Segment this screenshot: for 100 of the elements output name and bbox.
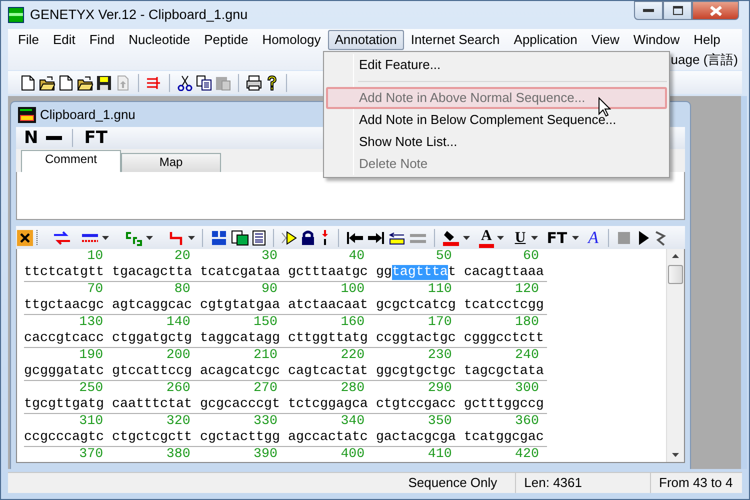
menu-item[interactable]: Nucleotide (122, 30, 198, 50)
sequence-text: cacagttaaa (464, 265, 544, 281)
tab[interactable]: Comment (21, 150, 121, 172)
menu-item[interactable]: Find (82, 30, 122, 50)
sequence-text: ttctcatgtt (24, 265, 104, 281)
sequence-text: gctttggccg (464, 397, 544, 413)
position-number: 110 (426, 282, 452, 298)
menu-option[interactable]: Edit Feature... (326, 54, 667, 76)
flag-arrow-icon[interactable] (281, 230, 297, 246)
open-folder-icon[interactable] (77, 74, 93, 90)
sequence-text: gcgggatatc (24, 364, 104, 380)
feature-button[interactable]: FT (544, 230, 570, 246)
close-icon[interactable] (17, 230, 33, 246)
caret-icon[interactable] (530, 236, 538, 240)
sequence-text: agccactatc (288, 430, 368, 446)
maximize-button[interactable] (663, 1, 692, 20)
menu-item[interactable]: Application (506, 30, 584, 50)
position-number: 410 (426, 447, 452, 462)
minimize-icon (643, 8, 654, 12)
menu-item[interactable]: Window (626, 30, 687, 50)
sequence-text: tgacagctta (112, 265, 192, 281)
sequence-text: gactacgcga (376, 430, 456, 446)
caret-icon[interactable] (102, 236, 109, 240)
print-icon[interactable] (246, 74, 262, 90)
copy-icon[interactable] (196, 74, 212, 90)
open-folder-icon[interactable] (39, 74, 55, 90)
lines-arrow-icon[interactable] (146, 74, 162, 90)
position-number: 240 (514, 348, 540, 364)
close-icon (710, 6, 722, 16)
caret-icon[interactable] (146, 236, 153, 240)
cut-icon[interactable] (177, 74, 193, 90)
sequence-text: cgctacttgg (200, 430, 280, 446)
jump-end-icon[interactable] (367, 230, 385, 246)
caret-icon[interactable] (463, 236, 470, 240)
sequence-text: ggtagtttat (376, 265, 456, 281)
sequence-text: ccgcccagtc (24, 430, 104, 446)
menu-item[interactable]: Internet Search (404, 30, 507, 50)
position-number: 70 (86, 282, 104, 298)
sequence-text: tcatcctcgg (464, 298, 544, 314)
copy-sequence-icon[interactable] (231, 230, 249, 246)
sequence-text: ccggtactgc (376, 331, 456, 347)
menu-item[interactable]: View (584, 30, 626, 50)
tab[interactable]: Map (121, 153, 221, 172)
position-number: 320 (165, 414, 190, 430)
scrollbar-thumb[interactable] (668, 265, 683, 284)
menu-item[interactable]: Help (686, 30, 728, 50)
menu-item[interactable]: Peptide (197, 30, 256, 50)
menu-item[interactable]: Edit (46, 30, 82, 50)
swap-arrows-icon[interactable] (53, 230, 71, 246)
position-number: 230 (426, 348, 452, 364)
document-icon[interactable] (252, 230, 266, 246)
position-number: 10 (86, 249, 104, 265)
sequence-text: tcatcgataa (200, 265, 280, 281)
position-number: 400 (340, 447, 365, 462)
position-number: 220 (340, 348, 365, 364)
position-number: 150 (252, 315, 278, 331)
position-number: 60 (522, 249, 540, 265)
sequence-text: ttgctaacgc (24, 298, 104, 314)
toolbar-button[interactable]: FT (82, 129, 110, 147)
sequence-text: tagcgctata (464, 364, 544, 380)
save-icon[interactable] (96, 74, 112, 90)
toolbar-button[interactable]: N (22, 129, 40, 147)
position-number: 250 (78, 381, 104, 397)
minimize-button[interactable] (634, 1, 663, 20)
menu-option[interactable]: Add Note in Below Complement Sequence... (326, 109, 667, 131)
menu-item[interactable]: File (11, 30, 46, 50)
lock-icon[interactable] (300, 230, 316, 246)
underline-button[interactable]: U (512, 230, 528, 246)
menu-item[interactable]: Homology (255, 30, 328, 50)
sequence-text: cgggcctctt (464, 331, 544, 347)
new-file-icon[interactable] (58, 74, 74, 90)
caret-icon[interactable] (496, 236, 504, 240)
menu-option[interactable]: Show Note List... (326, 131, 667, 153)
help-icon[interactable] (265, 74, 279, 90)
sequence-text: atctaacaat (288, 298, 368, 314)
app-icon (8, 7, 24, 23)
sequence-text: gtccattccg (112, 364, 192, 380)
sequence-text: ctgctcgctt (112, 430, 192, 446)
jump-start-icon[interactable] (346, 230, 364, 246)
position-number: 300 (514, 381, 540, 397)
menu-item[interactable]: Annotation (328, 30, 404, 50)
paint-icon[interactable] (442, 230, 460, 246)
caret-icon[interactable] (188, 236, 195, 240)
position-number: 90 (260, 282, 278, 298)
comment-field[interactable] (16, 172, 685, 220)
position-number: 280 (340, 381, 365, 397)
italic-button[interactable]: A (586, 230, 601, 246)
position-number: 40 (348, 249, 365, 265)
position-number: 340 (340, 414, 365, 430)
sequence-text: ctggatgctg (112, 331, 192, 347)
position-number: 50 (434, 249, 452, 265)
caret-icon[interactable] (572, 236, 580, 240)
maximize-icon (672, 6, 682, 15)
grip-icon (36, 230, 39, 246)
new-file-icon[interactable] (20, 74, 36, 90)
position-number: 390 (252, 447, 278, 462)
menu-item[interactable]: uage (言語) (670, 50, 738, 70)
position-number: 30 (260, 249, 278, 265)
sequence-text: tgcgttgatg (24, 397, 104, 413)
close-button[interactable] (692, 1, 739, 20)
